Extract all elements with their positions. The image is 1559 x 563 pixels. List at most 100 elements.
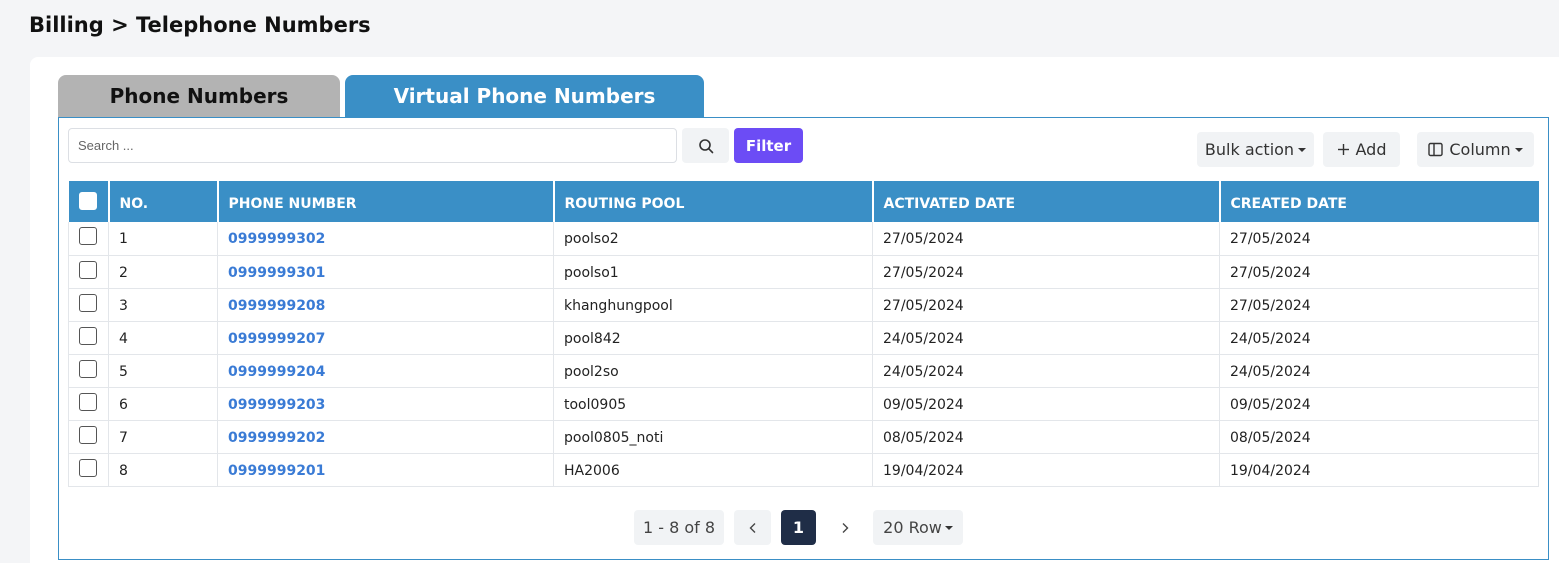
row-checkbox-cell	[68, 288, 109, 322]
chevron-left-icon	[749, 522, 755, 533]
cell-created-date: 19/04/2024	[1219, 453, 1539, 487]
header-routing-pool[interactable]: ROUTING POOL	[552, 181, 873, 222]
cell-phone-number: 0999999207	[217, 321, 554, 355]
chevron-right-icon	[842, 522, 848, 533]
columns-icon	[1428, 142, 1444, 157]
table-header-row: NO. PHONE NUMBER ROUTING POOL ACTIVATED …	[68, 181, 1539, 222]
bulk-action-label: Bulk action	[1204, 140, 1295, 159]
phone-number-link[interactable]: 0999999204	[228, 364, 325, 380]
cell-routing-pool: pool0805_noti	[553, 420, 873, 454]
cell-no: 3	[108, 288, 218, 322]
row-checkbox[interactable]	[79, 326, 97, 345]
cell-activated-date: 27/05/2024	[872, 288, 1220, 322]
select-all-checkbox[interactable]	[78, 191, 97, 210]
row-checkbox-cell	[68, 222, 109, 256]
cell-routing-pool: poolso2	[553, 222, 873, 256]
caret-down-icon	[1514, 147, 1523, 152]
cell-routing-pool: tool0905	[553, 387, 873, 421]
tab-phone-numbers[interactable]: Phone Numbers	[58, 75, 340, 117]
header-phone-number[interactable]: PHONE NUMBER	[216, 181, 554, 222]
row-checkbox[interactable]	[79, 293, 97, 312]
table-row: 5 0999999204 pool2so 24/05/2024 24/05/20…	[68, 354, 1539, 388]
cell-created-date: 09/05/2024	[1219, 387, 1539, 421]
cell-created-date: 27/05/2024	[1219, 255, 1539, 289]
cell-activated-date: 08/05/2024	[872, 420, 1220, 454]
table-row: 1 0999999302 poolso2 27/05/2024 27/05/20…	[68, 222, 1539, 256]
column-label: Column	[1449, 140, 1511, 159]
cell-activated-date: 24/05/2024	[872, 354, 1220, 388]
table-row: 3 0999999208 khanghungpool 27/05/2024 27…	[68, 288, 1539, 322]
table-row: 7 0999999202 pool0805_noti 08/05/2024 08…	[68, 420, 1539, 454]
cell-created-date: 24/05/2024	[1219, 354, 1539, 388]
table-row: 6 0999999203 tool0905 09/05/2024 09/05/2…	[68, 387, 1539, 421]
row-checkbox[interactable]	[79, 458, 97, 477]
prev-page-button[interactable]	[734, 510, 771, 545]
cell-routing-pool: poolso1	[553, 255, 873, 289]
phone-number-link[interactable]: 0999999207	[228, 331, 325, 347]
cell-activated-date: 24/05/2024	[872, 321, 1220, 355]
row-checkbox-cell	[68, 255, 109, 289]
next-page-button[interactable]	[826, 510, 863, 545]
cell-routing-pool: khanghungpool	[553, 288, 873, 322]
search-input[interactable]	[68, 128, 677, 163]
phone-number-link[interactable]: 0999999203	[228, 397, 325, 413]
plus-icon	[1337, 144, 1349, 155]
cell-activated-date: 27/05/2024	[872, 255, 1220, 289]
table-row: 4 0999999207 pool842 24/05/2024 24/05/20…	[68, 321, 1539, 355]
phone-number-link[interactable]: 0999999201	[228, 463, 325, 479]
cell-activated-date: 09/05/2024	[872, 387, 1220, 421]
header-created-date[interactable]: CREATED DATE	[1218, 181, 1539, 222]
row-checkbox[interactable]	[79, 260, 97, 279]
cell-activated-date: 19/04/2024	[872, 453, 1220, 487]
cell-created-date: 08/05/2024	[1219, 420, 1539, 454]
cell-phone-number: 0999999204	[217, 354, 554, 388]
cell-created-date: 27/05/2024	[1219, 222, 1539, 256]
cell-no: 2	[108, 255, 218, 289]
add-button[interactable]: Add	[1323, 132, 1400, 167]
cell-activated-date: 27/05/2024	[872, 222, 1220, 256]
tab-virtual-phone-numbers[interactable]: Virtual Phone Numbers	[345, 75, 704, 117]
cell-phone-number: 0999999301	[217, 255, 554, 289]
row-checkbox-cell	[68, 354, 109, 388]
cell-routing-pool: pool842	[553, 321, 873, 355]
cell-phone-number: 0999999201	[217, 453, 554, 487]
header-no[interactable]: NO.	[107, 181, 218, 222]
row-checkbox-cell	[68, 387, 109, 421]
column-button[interactable]: Column	[1417, 132, 1534, 167]
cell-no: 6	[108, 387, 218, 421]
header-select-all[interactable]	[68, 181, 109, 222]
breadcrumb: Billing > Telephone Numbers	[29, 13, 371, 37]
virtual-numbers-table: NO. PHONE NUMBER ROUTING POOL ACTIVATED …	[68, 181, 1539, 487]
cell-no: 1	[108, 222, 218, 256]
pagination-range: 1 - 8 of 8	[634, 510, 724, 545]
cell-created-date: 27/05/2024	[1219, 288, 1539, 322]
row-checkbox[interactable]	[79, 425, 97, 444]
page-button-current[interactable]: 1	[781, 510, 816, 545]
rows-per-page-select[interactable]: 20 Row	[873, 510, 963, 545]
row-checkbox[interactable]	[79, 392, 97, 411]
phone-number-link[interactable]: 0999999202	[228, 430, 325, 446]
row-checkbox[interactable]	[79, 227, 97, 246]
phone-number-link[interactable]: 0999999301	[228, 265, 325, 281]
caret-down-icon	[1298, 147, 1307, 152]
phone-number-link[interactable]: 0999999302	[228, 231, 325, 247]
cell-no: 5	[108, 354, 218, 388]
search-button[interactable]	[682, 128, 729, 163]
cell-no: 4	[108, 321, 218, 355]
rows-per-page-label: 20 Row	[883, 518, 942, 537]
bulk-action-button[interactable]: Bulk action	[1197, 132, 1314, 167]
cell-routing-pool: HA2006	[553, 453, 873, 487]
table-row: 2 0999999301 poolso1 27/05/2024 27/05/20…	[68, 255, 1539, 289]
phone-number-link[interactable]: 0999999208	[228, 298, 325, 314]
cell-no: 8	[108, 453, 218, 487]
cell-no: 7	[108, 420, 218, 454]
cell-phone-number: 0999999208	[217, 288, 554, 322]
cell-phone-number: 0999999203	[217, 387, 554, 421]
cell-phone-number: 0999999302	[217, 222, 554, 256]
add-label: Add	[1355, 140, 1387, 159]
cell-created-date: 24/05/2024	[1219, 321, 1539, 355]
header-activated-date[interactable]: ACTIVATED DATE	[871, 181, 1220, 222]
search-icon	[698, 138, 713, 153]
filter-button[interactable]: Filter	[734, 128, 803, 163]
row-checkbox[interactable]	[79, 359, 97, 378]
